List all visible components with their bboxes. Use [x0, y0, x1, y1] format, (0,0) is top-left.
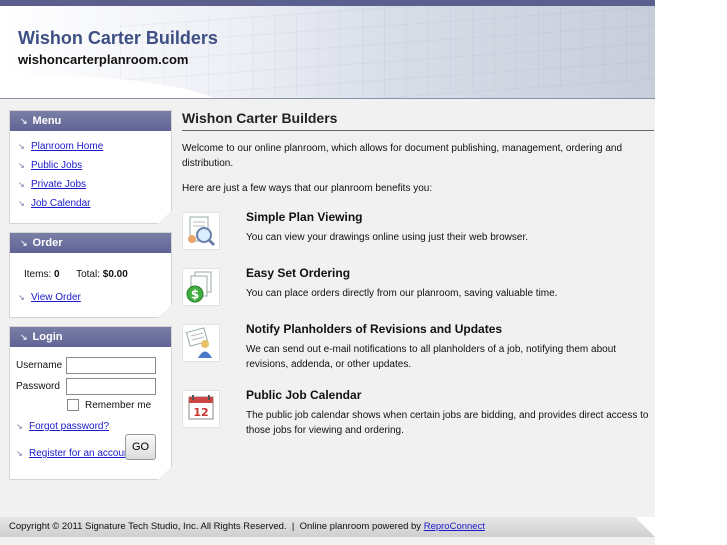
order-box-title: Order [32, 237, 63, 249]
dollar-documents-icon: $ [182, 268, 220, 306]
arrow-icon: ↘ [18, 161, 25, 170]
arrow-icon: ↘ [16, 422, 23, 431]
register-link[interactable]: Register for an account [29, 448, 132, 459]
box-corner [158, 466, 172, 480]
menu-item-job-calendar[interactable]: ↘ Job Calendar [18, 198, 163, 209]
total-value: $0.00 [102, 269, 128, 280]
intro-benefits-text: Here are just a few ways that our planro… [182, 183, 433, 194]
order-box-header: ↘ Order [10, 233, 171, 253]
items-label: Items: [24, 269, 52, 280]
go-button-wrap: GO [125, 434, 156, 460]
username-label: Username [16, 360, 63, 371]
page: Wishon Carter Builders wishoncarterplanr… [0, 0, 655, 545]
remember-me-checkbox[interactable] [67, 399, 79, 411]
menu-item-planroom-home[interactable]: ↘ Planroom Home [18, 141, 163, 152]
order-body: Items: 0 Total: $0.00 ↘ View Order [10, 253, 171, 317]
svg-text:12: 12 [193, 406, 208, 419]
items-count: 0 [54, 269, 60, 280]
private-jobs-link[interactable]: Private Jobs [31, 179, 86, 190]
feature-title: Simple Plan Viewing [246, 210, 363, 224]
feature-title: Public Job Calendar [246, 388, 362, 402]
password-row: Password [16, 378, 165, 395]
page-title: Wishon Carter Builders [182, 110, 654, 131]
arrow-icon: ↘ [20, 238, 28, 248]
menu-list: ↘ Planroom Home ↘ Public Jobs ↘ Private Job… [10, 131, 171, 223]
arrow-icon: ↘ [20, 332, 28, 342]
footer-separator: | [291, 521, 295, 532]
calendar-icon: 12 [182, 390, 220, 428]
username-input[interactable] [66, 357, 156, 374]
arrow-icon: ↘ [18, 142, 25, 151]
remember-me-label: Remember me [85, 399, 152, 411]
login-box-header: ↘ Login [10, 327, 171, 347]
order-totals: Items: 0 Total: $0.00 [24, 269, 163, 280]
password-input[interactable] [66, 378, 156, 395]
feature-item: 12 Public Job Calendar The public job ca… [182, 388, 654, 456]
site-footer: Copyright © 2011 Signature Tech Studio, … [0, 517, 655, 537]
powered-by-text: Online planroom powered by [299, 521, 422, 532]
notify-person-icon [182, 324, 220, 362]
order-box: ↘ Order Items: 0 Total: $0.00 ↘ View Order [9, 232, 172, 318]
view-order-item[interactable]: ↘ View Order [18, 292, 163, 303]
box-corner [158, 304, 172, 318]
box-corner [158, 210, 172, 224]
feature-description: You can view your drawings online using … [246, 232, 529, 243]
forgot-password-item[interactable]: ↘ Forgot password? [16, 421, 165, 432]
feature-item: Simple Plan Viewing You can view your dr… [182, 210, 654, 264]
site-header: Wishon Carter Builders wishoncarterplanr… [0, 6, 655, 99]
view-order-link[interactable]: View Order [31, 292, 81, 303]
menu-box: ↘ Menu ↘ Planroom Home ↘ Public Jobs ↘ Priva… [9, 110, 172, 224]
feature-item: Notify Planholders of Revisions and Upda… [182, 322, 654, 390]
feature-title: Easy Set Ordering [246, 266, 351, 280]
menu-box-header: ↘ Menu [10, 111, 171, 131]
feature-description: You can place orders directly from our p… [246, 288, 558, 299]
reproconnect-link[interactable]: ReproConnect [424, 521, 485, 532]
feature-description: We can send out e-mail notifications to … [246, 344, 617, 370]
magnifier-document-icon [182, 212, 220, 250]
sidebar: ↘ Menu ↘ Planroom Home ↘ Public Jobs ↘ Priva… [9, 110, 172, 488]
feature-description: The public job calendar shows when certa… [246, 410, 649, 436]
remember-me-row[interactable]: Remember me [67, 399, 165, 411]
site-url: wishoncarterplanroom.com [18, 52, 189, 67]
login-box-title: Login [32, 331, 63, 343]
forgot-password-link[interactable]: Forgot password? [29, 421, 109, 432]
menu-box-title: Menu [32, 115, 62, 127]
menu-item-public-jobs[interactable]: ↘ Public Jobs [18, 160, 163, 171]
footer-corner [635, 517, 655, 537]
total-label: Total: [76, 269, 100, 280]
username-row: Username [16, 357, 165, 374]
feature-title: Notify Planholders of Revisions and Upda… [246, 322, 503, 336]
copyright-text: Copyright © 2011 Signature Tech Studio, … [9, 521, 287, 532]
intro-text: Welcome to our online planroom, which al… [182, 143, 623, 169]
arrow-icon: ↘ [18, 199, 25, 208]
menu-item-private-jobs[interactable]: ↘ Private Jobs [18, 179, 163, 190]
arrow-icon: ↘ [16, 449, 23, 458]
public-jobs-link[interactable]: Public Jobs [31, 160, 82, 171]
job-calendar-link[interactable]: Job Calendar [31, 198, 90, 209]
arrow-icon: ↘ [18, 180, 25, 189]
arrow-icon: ↘ [20, 116, 28, 126]
feature-item: $ Easy Set Ordering You can place orders… [182, 266, 654, 320]
main-content: Wishon Carter Builders Welcome to our on… [182, 110, 654, 456]
header-swoosh [0, 68, 260, 98]
svg-text:$: $ [191, 288, 199, 302]
password-label: Password [16, 381, 60, 392]
arrow-icon: ↘ [18, 293, 25, 302]
go-button[interactable]: GO [125, 434, 156, 460]
planroom-home-link[interactable]: Planroom Home [31, 141, 103, 152]
site-title: Wishon Carter Builders [18, 28, 218, 48]
